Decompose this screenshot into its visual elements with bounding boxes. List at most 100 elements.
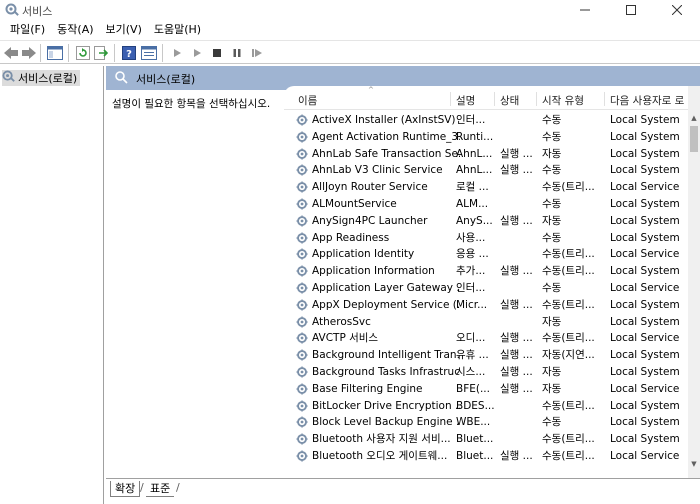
table-row[interactable]: AppX Deployment Service (... Micr... 실행 ..… [284, 297, 688, 314]
tab-extended[interactable]: 확장 [110, 481, 141, 497]
toolbar: ? [0, 40, 700, 64]
table-row[interactable]: Application Layer Gateway ... 인터... 수동 Loca… [284, 280, 688, 297]
maximize-button[interactable] [608, 0, 654, 20]
service-name: BitLocker Drive Encryption ... [312, 399, 460, 412]
refresh-button[interactable] [74, 44, 92, 62]
service-name: Bluetooth 오디오 게이트웨... [312, 449, 448, 462]
table-row[interactable]: Application Information 추가... 실행 ... 수동(트리.… [284, 263, 688, 280]
restart-icon [252, 49, 262, 57]
menu-bar: 파일(F) 동작(A) 보기(V) 도움말(H) [0, 20, 700, 40]
table-row[interactable]: BitLocker Drive Encryption ... BDES... 수동(… [284, 398, 688, 415]
table-row[interactable]: Application Identity 응용 ... 수동(트리... Local … [284, 246, 688, 263]
export-list-button[interactable] [92, 44, 110, 62]
service-list: ^ 이름 설명 상태 시작 유형 다음 사용자로 로 ActiveX Insta… [284, 86, 688, 478]
start-service-button[interactable] [168, 44, 186, 62]
pause-service-button[interactable] [228, 44, 246, 62]
menu-action[interactable]: 동작(A) [51, 20, 99, 40]
stop-service-button[interactable] [208, 44, 226, 62]
service-gear-icon [296, 316, 309, 329]
service-gear-icon [296, 148, 309, 161]
restart-service-button[interactable] [248, 44, 266, 62]
service-startup-type: 수동(트리... [542, 399, 595, 412]
service-name: Application Information [312, 265, 435, 278]
menu-help[interactable]: 도움말(H) [148, 20, 207, 40]
services-gear-icon [2, 70, 15, 86]
service-log-on-as: Local Service [610, 382, 680, 395]
tree-item-services-local[interactable]: 서비스(로컬) [2, 70, 81, 86]
table-row[interactable]: AhnLab V3 Clinic Service AhnL... 실행 ... 수동 L… [284, 162, 688, 179]
service-description: BFE(... [456, 382, 490, 395]
table-row[interactable]: App Readiness 사용... 수동 Local System [284, 230, 688, 247]
service-gear-icon [296, 232, 309, 245]
service-description: 로컬 ... [456, 181, 489, 194]
table-row[interactable]: AVCTP 서비스 오디... 실행 ... 수동(트리... Local Servic… [284, 330, 688, 347]
service-log-on-as: Local System [610, 231, 680, 244]
column-header-startup-type[interactable]: 시작 유형 [542, 93, 584, 108]
service-startup-type: 자동 [542, 214, 562, 227]
service-status: 실행 ... [500, 265, 533, 278]
service-description: 인터... [456, 281, 486, 294]
help-button[interactable]: ? [120, 44, 138, 62]
table-row[interactable]: ActiveX Installer (AxInstSV) 인터... 수동 Local… [284, 112, 688, 129]
service-name: AppX Deployment Service (... [312, 298, 460, 311]
service-startup-type: 자동(지연... [542, 349, 595, 362]
scroll-up-icon[interactable]: ▲ [688, 112, 700, 124]
table-row[interactable]: AnySign4PC Launcher AnyS... 실행 ... 자동 Local … [284, 213, 688, 230]
table-row[interactable]: Bluetooth 오디오 게이트웨... Bluet... 실행 ... 수동(트리… [284, 448, 688, 465]
service-startup-type: 수동 [542, 164, 562, 177]
start-service-alt-button[interactable] [188, 44, 206, 62]
service-description: 오디... [456, 332, 486, 345]
menu-view[interactable]: 보기(V) [100, 20, 148, 40]
service-log-on-as: Local System [610, 114, 680, 126]
play-icon [174, 49, 181, 57]
minimize-button[interactable] [562, 0, 608, 20]
table-row[interactable]: Agent Activation Runtime_3... Runti... 수동 L… [284, 129, 688, 146]
service-status: 실행 ... [500, 147, 533, 160]
table-row[interactable]: AllJoyn Router Service 로컬 ... 수동(트리... Loca… [284, 179, 688, 196]
service-startup-type: 자동 [542, 147, 562, 160]
svg-text:?: ? [126, 49, 132, 60]
service-log-on-as: Local System [610, 130, 680, 143]
service-description: AnyS... [456, 214, 493, 227]
service-status: 실행 ... [500, 382, 533, 395]
service-description: 응용 ... [456, 248, 489, 261]
service-name: ALMountService [312, 197, 397, 210]
service-description: 사용... [456, 231, 486, 244]
service-gear-icon [296, 366, 309, 379]
close-button[interactable] [654, 0, 700, 20]
title-bar: 서비스 [0, 0, 700, 20]
column-header-log-on-as[interactable]: 다음 사용자로 로 [610, 93, 684, 108]
table-row[interactable]: Background Tasks Infrastruc... 시스... 실행 ..… [284, 364, 688, 381]
show-hide-console-tree-button[interactable] [46, 44, 64, 62]
properties-button[interactable] [140, 44, 158, 62]
scroll-down-icon[interactable]: ▼ [688, 458, 700, 470]
service-description: 시스... [456, 365, 486, 378]
table-row[interactable]: Background Intelligent Tran... 유휴 ... 실행 .… [284, 347, 688, 364]
service-startup-type: 자동 [542, 382, 562, 395]
table-row[interactable]: ALMountService ALM... 수동 Local System [284, 196, 688, 213]
refresh-icon [76, 46, 90, 60]
column-header-status[interactable]: 상태 [500, 93, 519, 108]
service-gear-icon [296, 299, 309, 312]
service-name: ActiveX Installer (AxInstSV) [312, 114, 456, 126]
vertical-scrollbar[interactable]: ▲ ▼ [688, 86, 700, 478]
table-row[interactable]: Bluetooth 사용자 지원 서비... Bluet... 수동(트리... Lo… [284, 431, 688, 448]
service-description: Micr... [456, 298, 488, 311]
scroll-thumb[interactable] [690, 126, 698, 152]
service-rows: ActiveX Installer (AxInstSV) 인터... 수동 Local… [284, 112, 688, 465]
forward-button[interactable] [20, 44, 38, 62]
table-row[interactable]: AhnLab Safe Transaction Se... AhnL... 실행 .… [284, 146, 688, 163]
service-description: Runti... [456, 130, 494, 143]
table-row[interactable]: Block Level Backup Engine ... WBE... 수동 Loc… [284, 414, 688, 431]
back-button[interactable] [2, 44, 20, 62]
table-row[interactable]: AtherosSvc 자동 Local System [284, 314, 688, 331]
service-startup-type: 수동 [542, 416, 562, 429]
service-name: AtherosSvc [312, 315, 371, 328]
menu-file[interactable]: 파일(F) [4, 20, 51, 40]
service-gear-icon [296, 164, 309, 177]
table-row[interactable]: Base Filtering Engine BFE(... 실행 ... 자동 Loca… [284, 381, 688, 398]
column-header-name[interactable]: 이름 [298, 93, 317, 108]
service-gear-icon [296, 215, 309, 228]
tab-standard[interactable]: 표준 [146, 481, 175, 497]
column-header-description[interactable]: 설명 [456, 93, 475, 108]
